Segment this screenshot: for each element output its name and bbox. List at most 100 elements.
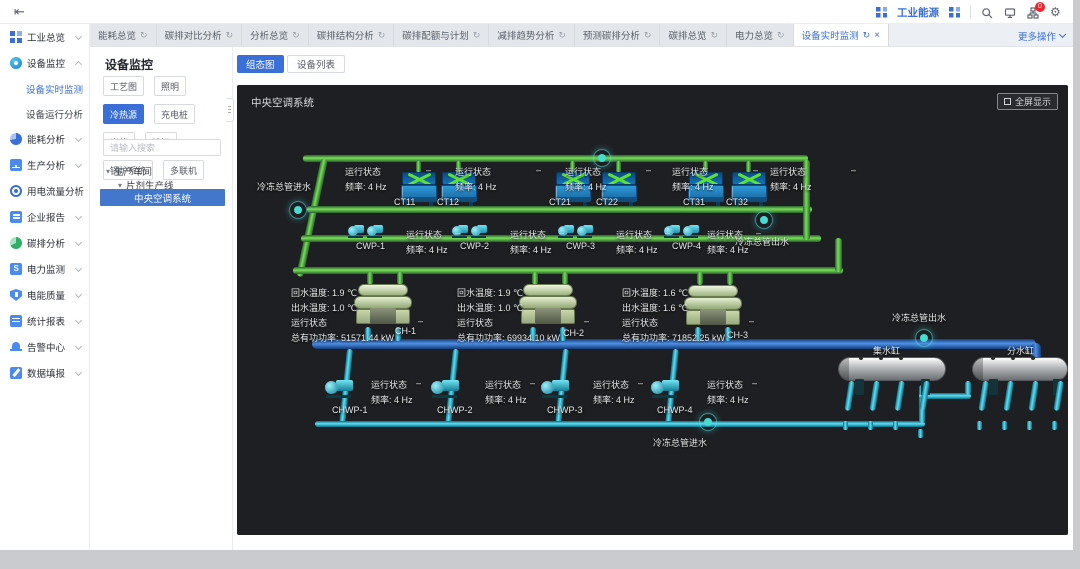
search-input[interactable]	[103, 139, 221, 156]
close-icon[interactable]: ×	[874, 30, 880, 41]
app-name: 工业能源	[897, 6, 939, 19]
search-icon[interactable]	[981, 6, 994, 19]
refresh-icon[interactable]: ↻	[863, 30, 871, 41]
refresh-icon[interactable]: ↻	[292, 30, 300, 41]
pipe-segment	[1028, 380, 1039, 412]
sidebar-item-industrial-overview[interactable]: 工业总览	[0, 24, 89, 50]
refresh-icon[interactable]: ↻	[378, 30, 386, 41]
chart-icon	[10, 159, 22, 171]
collapse-sidebar-icon[interactable]: ⇤	[14, 4, 25, 20]
shield-icon	[10, 289, 22, 301]
sidebar-item-energy-analysis[interactable]: 能耗分析	[0, 126, 89, 152]
pump-icon	[348, 223, 386, 241]
tab-carbon-forecast[interactable]: 预测碳排分析 ↻	[574, 24, 661, 46]
filter-multi-split[interactable]: 多联机	[163, 160, 205, 180]
tab-energy-overview[interactable]: 能耗总览 ↻	[90, 24, 157, 46]
top-bar: ⇤ 工业能源 0 ⚙	[0, 0, 1073, 24]
pipe-segment	[843, 421, 848, 430]
sidebar-item-power-quality[interactable]: 电能质量	[0, 282, 89, 308]
sidebar-item-production-analysis[interactable]: 生产分析	[0, 152, 89, 178]
status-block: 运行状态 – 频率: 4 Hz	[672, 165, 758, 192]
status-block: 运行状态 – 频率: 4 Hz	[485, 378, 535, 405]
pipe-segment	[1027, 421, 1032, 430]
sidebar-item-electricity-flow[interactable]: 用电流量分析	[0, 178, 89, 204]
pipe-label-outlet: 冷冻总管出水	[735, 237, 790, 247]
sidebar-item-carbon-analysis[interactable]: 碳排分析	[0, 230, 89, 256]
refresh-icon[interactable]: ↻	[710, 30, 718, 41]
tab-carbon-compare[interactable]: 碳排对比分析 ↻	[156, 24, 243, 46]
view-tab-diagram[interactable]: 组态图	[237, 55, 284, 73]
org-icon[interactable]: 0	[1027, 1, 1045, 19]
pipe-segment	[894, 380, 905, 412]
tree-node-workshop[interactable]: ▾ 生产车间	[106, 164, 152, 179]
filter-cold-heat-source[interactable]: 冷热源	[103, 104, 145, 124]
refresh-icon[interactable]: ↻	[140, 30, 148, 41]
sidebar-item-device-realtime[interactable]: 设备实时监测	[0, 76, 89, 101]
view-tab-device-list[interactable]: 设备列表	[287, 55, 346, 73]
tank-label: 分水缸	[1007, 346, 1035, 356]
sidebar-item-device-operation[interactable]: 设备运行分析	[0, 101, 89, 126]
device-label: CT22	[596, 197, 619, 207]
pipe-sensor	[915, 329, 933, 347]
pipe-segment	[918, 429, 923, 438]
power-icon: S	[10, 263, 22, 275]
tab-device-realtime[interactable]: 设备实时监测 ↻ ×	[793, 24, 889, 46]
pipe-label-outlet: 冷冻总管出水	[892, 313, 947, 323]
tab-carbon-structure[interactable]: 碳排结构分析 ↻	[308, 24, 395, 46]
filter-charging-pile[interactable]: 充电桩	[154, 104, 196, 124]
tab-reduction-trend[interactable]: 减排趋势分析 ↻	[489, 24, 575, 46]
refresh-icon[interactable]: ↻	[558, 30, 566, 41]
pipe-segment	[844, 380, 855, 412]
device-label: CHWP-1	[332, 405, 368, 415]
tab-carbon-overview[interactable]: 碳排总览 ↻	[660, 24, 727, 46]
panel-collapse-handle[interactable]	[226, 98, 234, 122]
tab-power-overview[interactable]: 电力总览 ↻	[727, 24, 794, 46]
table-icon	[10, 315, 22, 327]
fullscreen-button[interactable]: 全屏显示	[996, 93, 1058, 110]
apps-menu-icon[interactable]	[949, 6, 960, 18]
refresh-icon[interactable]: ↻	[473, 30, 481, 41]
device-label: CWP-2	[460, 241, 489, 251]
status-block: 运行状态 – 频率: 4 Hz	[707, 378, 757, 405]
refresh-icon[interactable]: ↻	[226, 30, 234, 41]
tab-analysis-overview[interactable]: 分析总览 ↻	[242, 24, 309, 46]
device-label: CWP-4	[672, 241, 701, 251]
collector-tank	[838, 356, 946, 381]
filter-lighting[interactable]: 照明	[154, 76, 187, 96]
device-label: CHWP-4	[657, 405, 693, 415]
chiller-info: 回水温度: 1.9 ℃ 出水温度: 1.0 ℃ 运行状态 – 总有功功率: 69…	[457, 288, 589, 343]
tree-node-central-ac[interactable]: 中央空调系统	[100, 189, 225, 206]
tab-strip: 能耗总览 ↻ 碳排对比分析 ↻ 分析总览 ↻ 碳排结构分析 ↻ 碳排配额与计划 ↻ 减排趋…	[90, 24, 1073, 47]
device-label: CT31	[683, 197, 706, 207]
pipe-segment	[978, 380, 989, 412]
filter-process-diagram[interactable]: 工艺图	[103, 76, 145, 96]
more-actions-button[interactable]: 更多操作	[1018, 24, 1067, 46]
pipe-label-inlet: 冷冻总管进水	[653, 438, 708, 448]
sidebar-item-data-filling[interactable]: 数据填报	[0, 360, 89, 386]
divider	[970, 5, 971, 19]
pump-icon	[325, 377, 353, 398]
screen-icon[interactable]	[1004, 6, 1017, 19]
sidebar-item-power-monitoring[interactable]: S 电力监测	[0, 256, 89, 282]
pump-icon	[651, 377, 679, 398]
pipe-segment	[315, 421, 925, 427]
tab-carbon-quota[interactable]: 碳排配额与计划 ↻	[394, 24, 490, 46]
gear-icon[interactable]: ⚙	[1050, 5, 1063, 19]
pipe-sensor	[289, 201, 307, 219]
refresh-icon[interactable]: ↻	[644, 30, 652, 41]
sidebar-item-statistics-report[interactable]: 统计报表	[0, 308, 89, 334]
status-block: 运行状态 – 频率: 4 Hz	[565, 165, 651, 192]
sidebar-item-enterprise-report[interactable]: 企业报告	[0, 204, 89, 230]
pipe-segment	[965, 381, 971, 395]
refresh-icon[interactable]: ↻	[777, 30, 785, 41]
green-pie-icon	[10, 237, 22, 249]
status-block: 运行状态 – 频率: 4 Hz	[406, 228, 460, 255]
sidebar-item-alarm-center[interactable]: 告警中心	[0, 334, 89, 360]
app-grid-icon[interactable]	[876, 6, 887, 18]
sidebar-item-device-monitoring[interactable]: 设备监控	[0, 50, 89, 76]
pipe-segment	[835, 238, 842, 272]
status-block: 运行状态 – 频率: 4 Hz	[345, 165, 431, 192]
document-icon	[10, 211, 22, 223]
monitor-icon	[10, 57, 22, 69]
status-block: 运行状态 – 频率: 4 Hz	[510, 228, 564, 255]
